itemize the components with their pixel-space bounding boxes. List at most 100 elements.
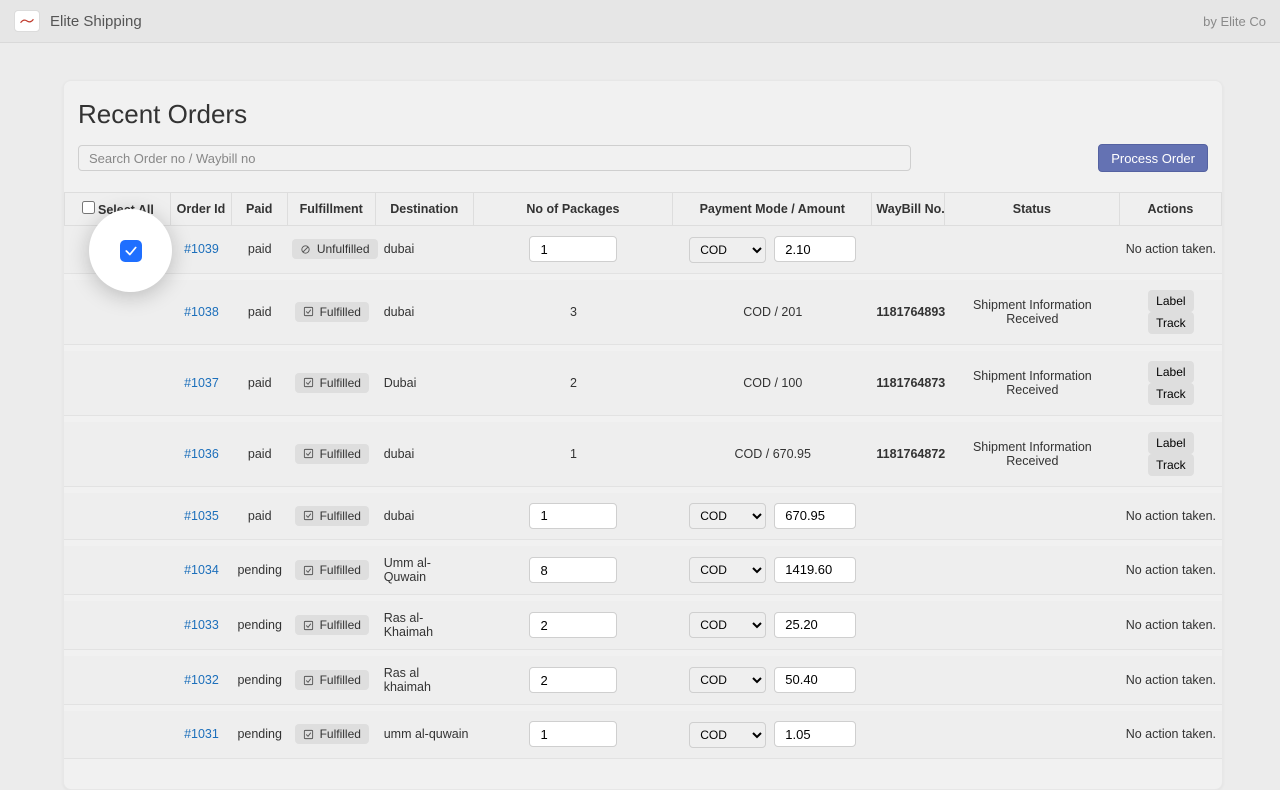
payment-cell: COD [673, 226, 872, 274]
paid-cell: paid [232, 487, 288, 541]
paid-cell: pending [232, 705, 288, 759]
order-link[interactable]: #1031 [184, 727, 219, 741]
col-destination: Destination [376, 192, 474, 226]
order-link[interactable]: #1039 [184, 242, 219, 256]
payment-mode-select[interactable]: COD [689, 612, 766, 638]
actions-cell: LabelTrack [1120, 345, 1222, 416]
fulfillment-pill: Fulfilled [295, 444, 369, 464]
order-link[interactable]: #1036 [184, 447, 219, 461]
actions-cell: No action taken. [1120, 226, 1222, 274]
waybill-cell [872, 705, 945, 759]
check-square-icon [303, 510, 314, 521]
row-select-checkbox-highlight[interactable] [120, 240, 142, 262]
actions-cell: No action taken. [1120, 487, 1222, 541]
order-link[interactable]: #1035 [184, 509, 219, 523]
amount-input[interactable] [774, 503, 856, 529]
amount-input[interactable] [774, 667, 856, 693]
payment-mode-select[interactable]: COD [689, 503, 766, 529]
select-all-checkbox[interactable] [82, 201, 95, 214]
label-button[interactable]: Label [1148, 290, 1193, 312]
packages-input[interactable] [529, 612, 617, 638]
destination-cell: Ras al-Khaimah [376, 595, 474, 650]
fulfillment-pill: Fulfilled [295, 506, 369, 526]
amount-input[interactable] [774, 612, 856, 638]
topbar: Elite Shipping by Elite Co [0, 0, 1280, 43]
waybill-cell [872, 540, 945, 595]
table-row: #1037paidFulfilledDubai2COD / 1001181764… [64, 345, 1222, 416]
process-order-button[interactable]: Process Order [1098, 144, 1208, 172]
status-cell [945, 705, 1120, 759]
packages-input[interactable] [529, 236, 617, 262]
order-link[interactable]: #1037 [184, 376, 219, 390]
payment-mode-select[interactable]: COD [689, 722, 766, 748]
order-link[interactable]: #1034 [184, 563, 219, 577]
payment-mode-select[interactable]: COD [689, 667, 766, 693]
actions-cell: No action taken. [1120, 650, 1222, 705]
col-waybill: WayBill No. [872, 192, 945, 226]
paid-cell: paid [232, 274, 288, 345]
check-icon [124, 244, 138, 258]
check-square-icon [303, 448, 314, 459]
col-paid: Paid [232, 192, 288, 226]
destination-cell: Umm al-Quwain [376, 540, 474, 595]
row-select-cell[interactable] [64, 540, 171, 595]
paid-cell: paid [232, 416, 288, 487]
payment-cell: COD [673, 487, 872, 541]
waybill-cell: 1181764893 [872, 274, 945, 345]
packages-cell [474, 226, 673, 274]
paid-cell: pending [232, 650, 288, 705]
swoosh-icon [20, 17, 34, 25]
payment-cell: COD [673, 705, 872, 759]
row-select-cell[interactable] [64, 487, 171, 541]
amount-input[interactable] [774, 721, 856, 747]
row-select-cell[interactable] [64, 595, 171, 650]
label-button[interactable]: Label [1148, 361, 1193, 383]
track-button[interactable]: Track [1148, 454, 1194, 476]
order-link[interactable]: #1033 [184, 618, 219, 632]
waybill-cell [872, 595, 945, 650]
packages-cell [474, 487, 673, 541]
table-row: #1034pendingFulfilledUmm al-QuwainCODNo … [64, 540, 1222, 595]
check-square-icon [303, 565, 314, 576]
payment-cell: COD / 100 [673, 345, 872, 416]
table-row: #1031pendingFulfilledumm al-quwainCODNo … [64, 705, 1222, 759]
payment-cell: COD / 670.95 [673, 416, 872, 487]
order-link[interactable]: #1038 [184, 305, 219, 319]
row-select-cell[interactable] [64, 650, 171, 705]
row-select-cell[interactable] [64, 705, 171, 759]
label-button[interactable]: Label [1148, 432, 1193, 454]
table-row: #1036paidFulfilleddubai1COD / 670.951181… [64, 416, 1222, 487]
packages-input[interactable] [529, 667, 617, 693]
check-square-icon [303, 620, 314, 631]
packages-input[interactable] [529, 557, 617, 583]
row-select-cell[interactable] [64, 416, 171, 487]
payment-mode-select[interactable]: COD [689, 237, 766, 263]
amount-input[interactable] [774, 236, 856, 262]
packages-input[interactable] [529, 503, 617, 529]
waybill-cell: 1181764873 [872, 345, 945, 416]
fulfillment-pill: Fulfilled [295, 560, 369, 580]
table-row: #1039paidUnfulfilleddubaiCODNo action ta… [64, 226, 1222, 274]
col-status: Status [945, 192, 1120, 226]
track-button[interactable]: Track [1148, 312, 1194, 334]
payment-cell: COD / 201 [673, 274, 872, 345]
payment-mode-select[interactable]: COD [689, 557, 766, 583]
actions-cell: LabelTrack [1120, 274, 1222, 345]
track-button[interactable]: Track [1148, 383, 1194, 405]
table-row: #1035paidFulfilleddubaiCODNo action take… [64, 487, 1222, 541]
status-cell [945, 487, 1120, 541]
amount-input[interactable] [774, 557, 856, 583]
search-input[interactable] [78, 145, 911, 171]
table-row: #1032pendingFulfilledRas al khaimahCODNo… [64, 650, 1222, 705]
paid-cell: paid [232, 226, 288, 274]
order-link[interactable]: #1032 [184, 673, 219, 687]
fulfillment-pill: Fulfilled [295, 302, 369, 322]
orders-table: Select All Order Id Paid Fulfillment Des… [64, 192, 1222, 759]
fulfillment-pill: Fulfilled [295, 724, 369, 744]
packages-input[interactable] [529, 721, 617, 747]
payment-cell: COD [673, 595, 872, 650]
fulfillment-pill: Fulfilled [295, 670, 369, 690]
row-select-cell[interactable] [64, 345, 171, 416]
fulfillment-pill: Fulfilled [295, 615, 369, 635]
brand-logo [14, 10, 40, 32]
